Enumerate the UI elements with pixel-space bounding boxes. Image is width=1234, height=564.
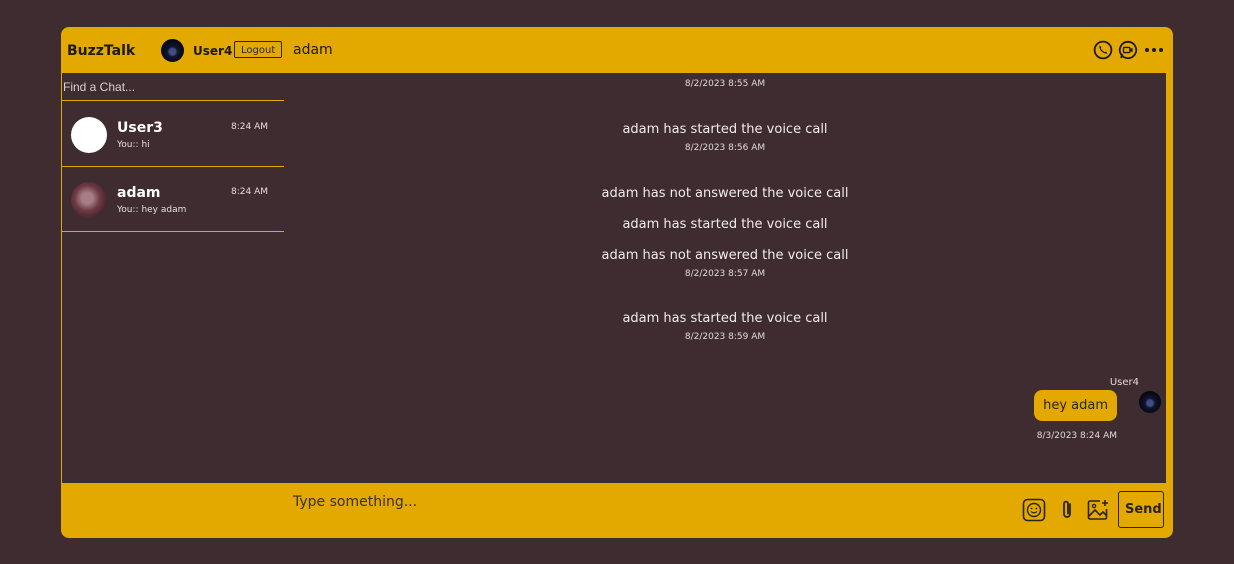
chat-app-window: BuzzTalk User4 Logout adam User3 You:: h… bbox=[61, 27, 1173, 538]
message-timestamp: 8/2/2023 8:59 AM bbox=[684, 332, 766, 342]
chat-item-time: 8:24 AM bbox=[231, 187, 268, 197]
system-message: adam has started the voice call bbox=[622, 217, 828, 232]
emoji-icon[interactable] bbox=[1022, 498, 1046, 522]
more-icon[interactable] bbox=[1143, 40, 1165, 64]
chat-actions bbox=[1093, 40, 1165, 64]
message-list: 8/2/2023 8:55 AM adam has started the vo… bbox=[284, 73, 1166, 483]
find-chat-input[interactable] bbox=[62, 73, 284, 101]
system-message: adam has not answered the voice call bbox=[601, 248, 849, 263]
chat-item-adam[interactable]: adam You:: hey adam 8:24 AM bbox=[62, 167, 284, 232]
video-call-icon[interactable] bbox=[1118, 40, 1138, 64]
chat-item-name: adam bbox=[117, 185, 161, 201]
chat-item-name: User3 bbox=[117, 120, 163, 136]
active-chat-name: adam bbox=[293, 42, 333, 58]
composer: Send bbox=[61, 483, 1173, 538]
system-message: adam has not answered the voice call bbox=[601, 186, 849, 201]
message-timestamp: 8/2/2023 8:55 AM bbox=[684, 79, 766, 89]
system-message: adam has started the voice call bbox=[622, 311, 828, 326]
top-bar: BuzzTalk User4 Logout adam bbox=[61, 27, 1173, 73]
chat-item-preview: You:: hi bbox=[117, 140, 150, 150]
current-user-name: User4 bbox=[193, 44, 233, 58]
add-image-icon[interactable] bbox=[1086, 498, 1110, 522]
own-message-bubble: hey adam bbox=[1034, 390, 1117, 421]
message-timestamp: 8/2/2023 8:57 AM bbox=[684, 269, 766, 279]
chat-item-time: 8:24 AM bbox=[231, 122, 268, 132]
phone-icon[interactable] bbox=[1093, 40, 1113, 64]
app-logo: BuzzTalk bbox=[67, 43, 136, 59]
message-sender: User4 bbox=[1109, 377, 1139, 388]
scrollbar[interactable] bbox=[1166, 135, 1173, 484]
attachment-icon[interactable] bbox=[1055, 498, 1079, 522]
current-user-avatar bbox=[161, 39, 184, 62]
message-input[interactable] bbox=[293, 492, 693, 512]
send-button[interactable]: Send bbox=[1118, 491, 1164, 528]
main-content: User3 You:: hi 8:24 AM adam You:: hey ad… bbox=[62, 73, 1166, 483]
chat-item-preview: You:: hey adam bbox=[117, 205, 187, 215]
message-timestamp: 8/2/2023 8:56 AM bbox=[684, 143, 766, 153]
chat-avatar bbox=[71, 182, 107, 218]
sidebar: User3 You:: hi 8:24 AM adam You:: hey ad… bbox=[62, 73, 284, 483]
system-message: adam has started the voice call bbox=[622, 122, 828, 137]
chat-avatar bbox=[71, 117, 107, 153]
chat-item-user3[interactable]: User3 You:: hi 8:24 AM bbox=[62, 102, 284, 167]
logout-button[interactable]: Logout bbox=[234, 41, 283, 58]
message-timestamp: 8/3/2023 8:24 AM bbox=[1036, 431, 1117, 441]
sender-avatar bbox=[1139, 391, 1161, 413]
